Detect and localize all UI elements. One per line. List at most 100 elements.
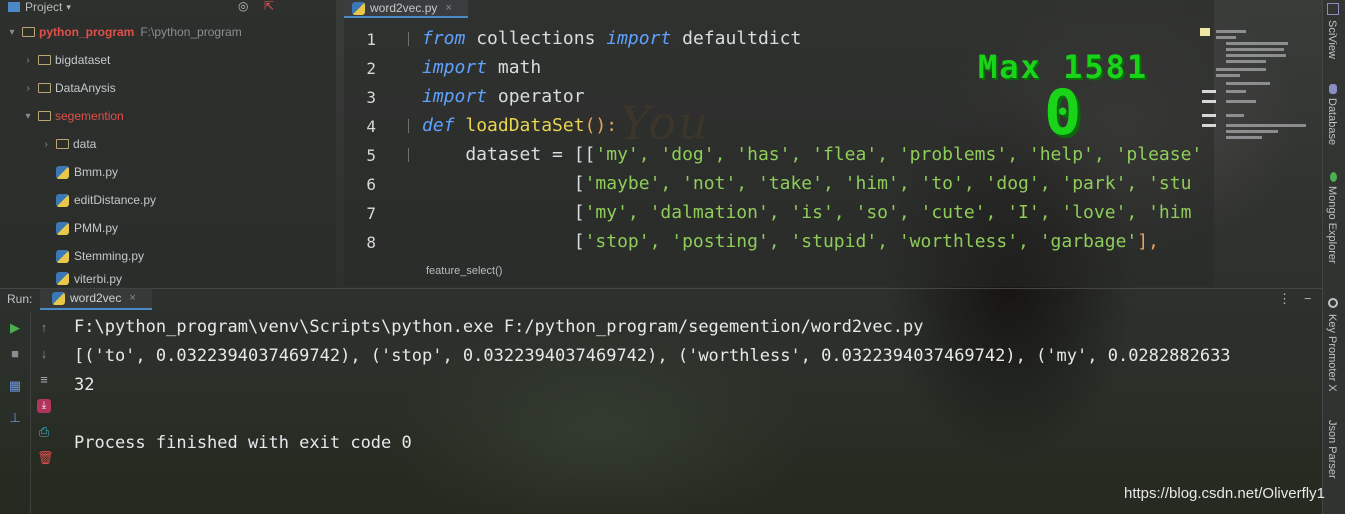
tree-item-segemention[interactable]: ▾ segemention — [22, 102, 124, 130]
stop-icon[interactable]: ■ — [8, 347, 22, 361]
console-line: F:\python_program\venv\Scripts\python.ex… — [74, 317, 924, 337]
layout-icon[interactable]: ▦ — [8, 379, 22, 393]
tool-mongo-explorer[interactable]: Mongo Explorer — [1326, 186, 1338, 264]
tree-item-label: data — [73, 137, 97, 151]
folder-icon — [38, 55, 51, 65]
tool-database[interactable]: Database — [1326, 98, 1338, 145]
python-file-icon — [56, 165, 69, 179]
python-file-icon — [352, 1, 365, 15]
tree-root[interactable]: ▾ python_program F:\python_program — [6, 18, 242, 46]
close-icon[interactable]: × — [445, 2, 451, 14]
python-file-icon — [56, 221, 69, 235]
tree-item-bmm[interactable]: Bmm.py — [56, 158, 118, 186]
pin-icon[interactable]: ⊥ — [8, 411, 22, 425]
tree-item-label: bigdataset — [55, 53, 111, 67]
tree-item-label: Stemming.py — [74, 249, 145, 263]
print-icon[interactable]: ⎙ — [37, 425, 51, 439]
folder-icon — [22, 27, 35, 37]
line-number: 4 — [366, 117, 376, 136]
folder-icon — [56, 139, 69, 149]
code-line-2[interactable]: import math — [422, 57, 541, 78]
tree-item-stemming[interactable]: Stemming.py — [56, 242, 144, 270]
chevron-right-icon[interactable]: › — [22, 83, 34, 94]
tree-item-editdistance[interactable]: editDistance.py — [56, 186, 156, 214]
minimap[interactable] — [1198, 24, 1308, 144]
project-header: Project ▾ ◎ ⇱ — [0, 0, 336, 14]
tree-item-label: DataAnysis — [55, 81, 116, 95]
run-icon[interactable]: ▶ — [8, 321, 22, 335]
line-number: 8 — [366, 233, 376, 252]
minimize-icon[interactable]: − — [1304, 291, 1312, 306]
chevron-down-icon[interactable]: ▾ — [22, 111, 34, 122]
key-promoter-icon[interactable] — [1328, 298, 1338, 308]
tree-item-bigdataset[interactable]: › bigdataset — [22, 46, 110, 74]
tree-item-viterbi[interactable]: viterbi.py — [56, 270, 122, 287]
editor-tab-label: word2vec.py — [370, 1, 438, 15]
root-label: python_program — [39, 25, 135, 39]
line-number: 2 — [366, 59, 376, 78]
root-path: F:\python_program — [140, 25, 242, 39]
chevron-right-icon[interactable]: › — [40, 139, 52, 150]
dropdown-icon[interactable]: ▾ — [66, 1, 71, 13]
run-tab-label: word2vec — [70, 291, 122, 305]
scroll-to-end-icon[interactable]: ⤓ — [37, 399, 51, 413]
tree-item-label: viterbi.py — [74, 271, 123, 286]
tree-item-pmm[interactable]: PMM.py — [56, 214, 118, 242]
database-icon[interactable] — [1329, 84, 1337, 94]
run-panel-header — [0, 288, 1322, 311]
tree-item-dataanysis[interactable]: › DataAnysis — [22, 74, 116, 102]
down-arrow-icon[interactable]: ↓ — [37, 347, 51, 361]
up-arrow-icon[interactable]: ↑ — [37, 321, 51, 335]
python-file-icon — [56, 272, 69, 285]
watermark: https://blog.csdn.net/Oliverfly1 — [1124, 485, 1325, 502]
fold-marker[interactable] — [408, 32, 419, 46]
run-label: Run: — [7, 292, 33, 306]
console-line: 32 — [74, 375, 95, 395]
tree-item-label: editDistance.py — [74, 193, 157, 207]
code-line-8[interactable]: ['stop', 'posting', 'stupid', 'worthless… — [422, 231, 1214, 252]
fold-marker[interactable] — [408, 119, 419, 133]
tree-item-label: segemention — [55, 109, 124, 123]
code-line-1[interactable]: from collections import defaultdict — [422, 28, 801, 49]
code-line-3[interactable]: import operator — [422, 86, 585, 107]
trash-icon[interactable]: 🗑 — [37, 451, 54, 465]
fold-marker[interactable] — [408, 148, 419, 162]
breadcrumb[interactable]: feature_select() — [426, 265, 502, 277]
sciview-icon[interactable] — [1327, 3, 1339, 15]
project-title[interactable]: Project — [25, 1, 62, 13]
tool-sciview[interactable]: SciView — [1326, 20, 1338, 59]
folder-icon — [38, 111, 51, 121]
python-file-icon — [56, 249, 69, 263]
tree-item-label: PMM.py — [74, 221, 119, 235]
tree-item-data[interactable]: › data — [40, 130, 96, 158]
line-number: 5 — [366, 146, 376, 165]
project-icon — [8, 2, 20, 12]
code-line-6[interactable]: ['maybe', 'not', 'take', 'him', 'to', 'd… — [422, 173, 1214, 194]
chevron-right-icon[interactable]: › — [22, 55, 34, 66]
tool-json-parser[interactable]: Json Parser — [1326, 420, 1338, 479]
line-number: 7 — [366, 204, 376, 223]
console-line: [('to', 0.0322394037469742), ('stop', 0.… — [74, 346, 1231, 366]
settings-icon[interactable]: ⋮ — [1278, 291, 1291, 307]
python-file-icon — [56, 193, 69, 207]
soft-wrap-icon[interactable]: ≡ — [37, 373, 51, 387]
close-icon[interactable]: × — [129, 292, 135, 304]
run-tab-word2vec[interactable]: word2vec × — [40, 288, 152, 310]
code-line-5[interactable]: dataset = [['my', 'dog', 'has', 'flea', … — [422, 144, 1214, 165]
line-number: 6 — [366, 175, 376, 194]
code-line-4[interactable]: def loadDataSet(): — [422, 115, 617, 136]
tree-item-label: Bmm.py — [74, 165, 119, 179]
collapse-icon[interactable]: ⇱ — [264, 0, 274, 12]
leaf-icon[interactable] — [1330, 172, 1337, 182]
line-number: 1 — [366, 30, 376, 49]
editor-tab-word2vec[interactable]: word2vec.py × — [344, 0, 468, 18]
python-file-icon — [52, 291, 65, 305]
current-score: 0 — [1044, 76, 1082, 149]
console-line: Process finished with exit code 0 — [74, 433, 412, 453]
chevron-down-icon[interactable]: ▾ — [6, 27, 18, 38]
tool-key-promoter-x[interactable]: Key Promoter X — [1326, 314, 1338, 392]
folder-icon — [38, 83, 51, 93]
line-number: 3 — [366, 88, 376, 107]
target-icon[interactable]: ◎ — [238, 0, 248, 12]
code-line-7[interactable]: ['my', 'dalmation', 'is', 'so', 'cute', … — [422, 202, 1214, 223]
